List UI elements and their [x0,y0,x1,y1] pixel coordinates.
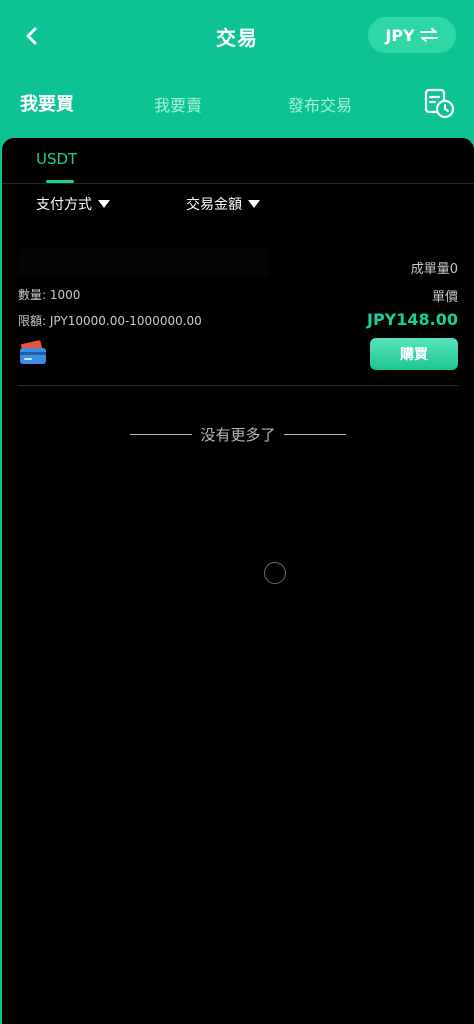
tab-sell[interactable]: 我要賣 [154,92,202,116]
no-more-indicator: 没有更多了 [2,424,474,444]
payment-method-filter[interactable]: 支付方式 [36,194,110,214]
loading-spinner-icon [264,562,286,584]
payment-method-label: 支付方式 [36,197,92,213]
filter-bar: 支付方式 交易金額 [2,194,474,224]
history-clock-icon [424,88,455,119]
deal-count: 成單量0 [410,262,458,277]
trade-amount-filter[interactable]: 交易金額 [186,194,260,214]
price-value: JPY148.00 [366,310,458,329]
trade-tabs: 我要買 我要賣 發布交易 [0,80,474,128]
top-header: 交易 JPY 我要買 我要賣 發布交易 [0,0,474,138]
swap-icon [419,28,438,42]
divider-line [130,433,193,435]
limit-text: 限額: JPY10000.00-1000000.00 [18,314,202,328]
divider-line [283,433,346,435]
tab-buy[interactable]: 我要買 [20,90,74,116]
caret-down-icon [248,200,260,208]
coin-tab-usdt[interactable]: USDT [36,150,77,168]
buy-button[interactable]: 購買 [370,338,458,370]
no-more-text: 没有更多了 [200,425,276,444]
coin-tabs: USDT [2,138,474,184]
unit-price-label: 單價 [431,290,458,305]
quantity-text: 數量: 1000 [18,288,81,302]
currency-label: JPY [385,25,415,45]
history-button[interactable] [422,86,456,120]
card-payment-icon [18,340,48,366]
trade-amount-label: 交易金額 [186,197,242,213]
listing-card: 成單量0 數量: 1000 單價 限額: JPY10000.00-1000000… [18,248,458,386]
currency-switch-button[interactable]: JPY [368,17,456,53]
coin-tab-indicator [46,180,74,183]
merchant-info-placeholder [18,248,268,276]
main-panel: USDT 支付方式 交易金額 成單量0 數量: 1000 單價 限額: JPY1… [2,138,474,1024]
tab-publish-trade[interactable]: 發布交易 [288,92,352,116]
caret-down-icon [98,200,110,208]
